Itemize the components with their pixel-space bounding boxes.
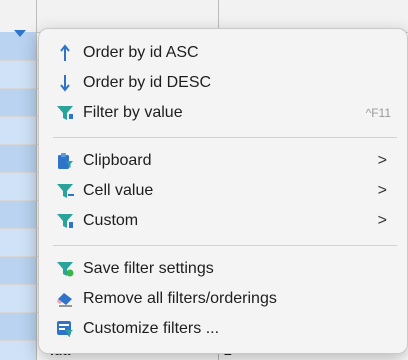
submenu-arrow-icon: >	[377, 182, 387, 199]
submenu-arrow-icon: >	[377, 152, 387, 169]
menu-separator	[53, 137, 397, 138]
menu-item-label: Filter by value	[83, 104, 183, 121]
sort-desc-icon	[53, 73, 77, 93]
menu-item-save-filter-settings[interactable]: Save filter settings	[53, 255, 397, 283]
menu-item-customize-filters[interactable]: Customize filters ...	[53, 315, 397, 343]
menu-item-remove-all-filters[interactable]: Remove all filters/orderings	[53, 285, 397, 313]
menu-item-custom[interactable]: Custom >	[53, 207, 397, 235]
menu-item-label: Remove all filters/orderings	[83, 290, 277, 307]
sort-asc-icon	[53, 43, 77, 63]
menu-item-order-asc[interactable]: Order by id ASC	[53, 39, 397, 67]
submenu-arrow-icon: >	[377, 212, 387, 229]
menu-item-label: Save filter settings	[83, 260, 214, 277]
customize-filters-icon	[53, 319, 77, 339]
eraser-icon	[53, 289, 77, 309]
menu-item-label: Clipboard	[83, 152, 152, 169]
save-filter-icon	[53, 259, 77, 279]
menu-item-label: Custom	[83, 212, 139, 229]
custom-filter-icon	[53, 211, 77, 231]
row-selector-column	[0, 32, 36, 360]
menu-item-label: Order by id DESC	[83, 74, 212, 91]
menu-item-cell-value[interactable]: Cell value >	[53, 177, 397, 205]
column-dropdown-icon[interactable]	[14, 30, 26, 37]
clipboard-filter-icon	[53, 151, 77, 171]
menu-item-filter-by-value[interactable]: Filter by value ^F11	[53, 99, 397, 127]
filter-context-menu: Order by id ASC Order by id DESC Filter …	[38, 28, 408, 354]
menu-item-label: Cell value	[83, 182, 154, 199]
menu-item-order-desc[interactable]: Order by id DESC	[53, 69, 397, 97]
shortcut-hint: ^F11	[365, 106, 391, 120]
menu-item-label: Order by id ASC	[83, 44, 199, 61]
menu-item-label: Customize filters ...	[83, 320, 220, 337]
cell-filter-icon	[53, 181, 77, 201]
menu-item-clipboard[interactable]: Clipboard >	[53, 147, 397, 175]
menu-separator	[53, 245, 397, 246]
filter-icon	[53, 103, 77, 123]
